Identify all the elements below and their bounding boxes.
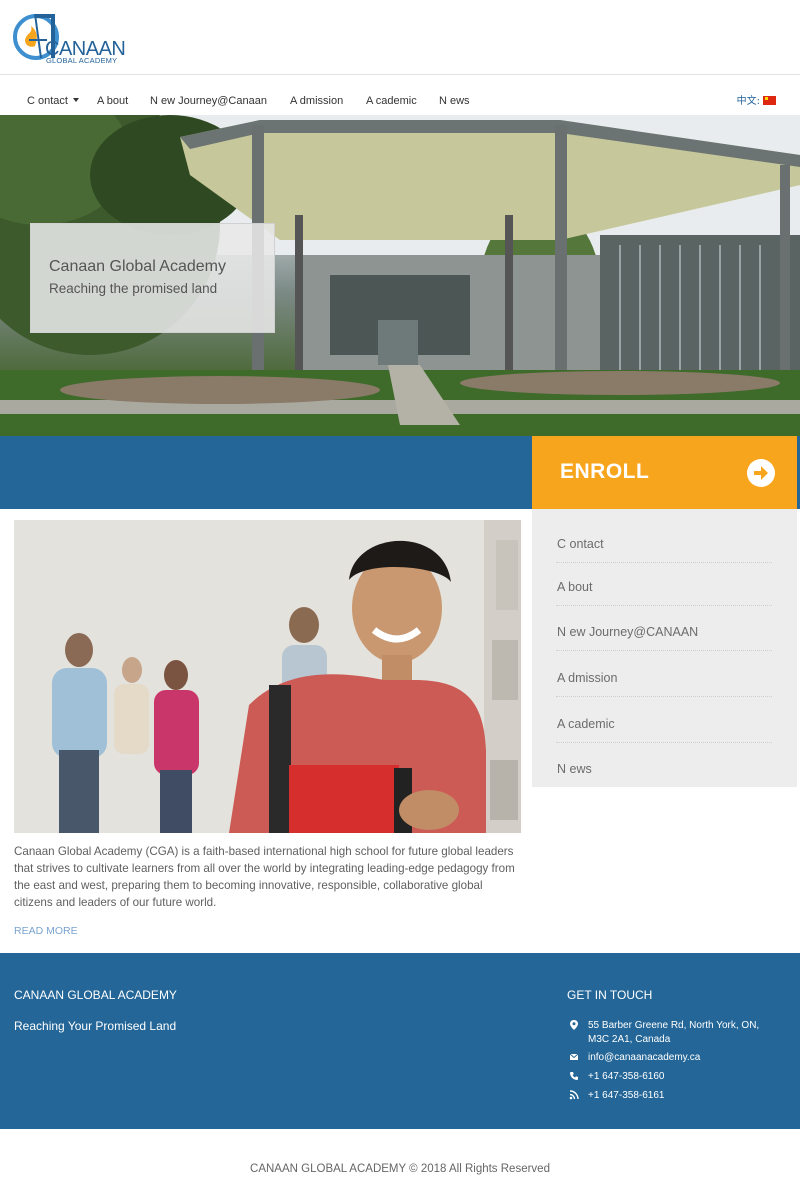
sidebar-item-label: C ontact <box>557 537 604 551</box>
arrow-right-circle-icon <box>747 459 775 487</box>
nav-item-contact[interactable]: C ontact <box>27 95 79 107</box>
intro-description: Canaan Global Academy (CGA) is a faith-b… <box>14 845 515 909</box>
nav-item-new-journey[interactable]: N ew Journey@Canaan <box>150 95 267 107</box>
sidebar-item-label: N ews <box>557 762 592 776</box>
header: CANAAN GLOBAL ACADEMY <box>0 0 800 75</box>
enroll-button[interactable]: ENROLL <box>532 436 797 509</box>
sidebar-item-about[interactable]: A bout <box>556 561 772 606</box>
hero-banner: Canaan Global Academy Reaching the promi… <box>0 115 800 436</box>
sidebar-item-label: A cademic <box>557 717 615 731</box>
sidebar-item-contact[interactable]: C ontact <box>556 518 772 563</box>
footer-tagline: Reaching Your Promised Land <box>14 1019 177 1033</box>
language-label: 中文: <box>736 96 760 107</box>
nav-item-admission[interactable]: A dmission <box>290 95 343 107</box>
sidebar-item-label: A bout <box>557 580 593 594</box>
hero-subtitle: Reaching the promised land <box>49 281 218 296</box>
hero-caption-card: Canaan Global Academy Reaching the promi… <box>30 223 275 333</box>
fax-text: +1 647-358-6161 <box>588 1090 665 1101</box>
footer-contact-heading: GET IN TOUCH <box>567 988 653 1002</box>
email-text: info@canaanacademy.ca <box>588 1052 701 1063</box>
sidebar-item-label: A dmission <box>557 671 618 685</box>
read-more-link[interactable]: READ MORE <box>14 925 78 937</box>
caret-down-icon <box>72 98 79 102</box>
sidebar-item-new-journey[interactable]: N ew Journey@CANAAN <box>556 606 772 651</box>
address-line-2: M3C 2A1, Canada <box>588 1034 671 1045</box>
copyright: CANAAN GLOBAL ACADEMY © 2018 All Rights … <box>250 1163 550 1175</box>
logo-subtitle: GLOBAL ACADEMY <box>46 56 118 65</box>
sidebar-item-academic[interactable]: A cademic <box>556 698 772 743</box>
sidebar-item-news[interactable]: N ews <box>556 743 772 788</box>
main-nav: C ontact A bout N ew Journey@Canaan A dm… <box>0 76 800 114</box>
logo[interactable]: CANAAN GLOBAL ACADEMY <box>11 10 126 68</box>
sidebar-item-admission[interactable]: A dmission <box>556 652 772 697</box>
footer-title: CANAAN GLOBAL ACADEMY <box>14 988 177 1002</box>
phone-text: +1 647-358-6160 <box>588 1071 665 1082</box>
student-photo <box>14 520 521 833</box>
nav-item-news[interactable]: N ews <box>439 95 470 107</box>
language-switch[interactable]: 中文: <box>737 92 776 107</box>
nav-item-academic[interactable]: A cademic <box>366 95 417 107</box>
enroll-label: ENROLL <box>560 460 650 483</box>
rss-fax-icon <box>569 1090 579 1100</box>
nav-item-label: C ontact <box>27 95 68 107</box>
footer: CANAAN GLOBAL ACADEMY Reaching Your Prom… <box>0 953 800 1129</box>
china-flag-icon <box>763 96 776 105</box>
student-photo-image <box>14 520 521 833</box>
hero-title: Canaan Global Academy <box>49 258 226 275</box>
map-pin-icon <box>570 1020 578 1030</box>
sidebar-menu: C ontact A bout N ew Journey@CANAAN A dm… <box>532 509 797 787</box>
sidebar-item-label: N ew Journey@CANAAN <box>557 625 699 639</box>
phone-icon <box>570 1072 578 1080</box>
nav-item-about[interactable]: A bout <box>97 95 128 107</box>
envelope-icon <box>569 1053 579 1060</box>
address-line-1: 55 Barber Greene Rd, North York, ON, <box>588 1020 760 1031</box>
